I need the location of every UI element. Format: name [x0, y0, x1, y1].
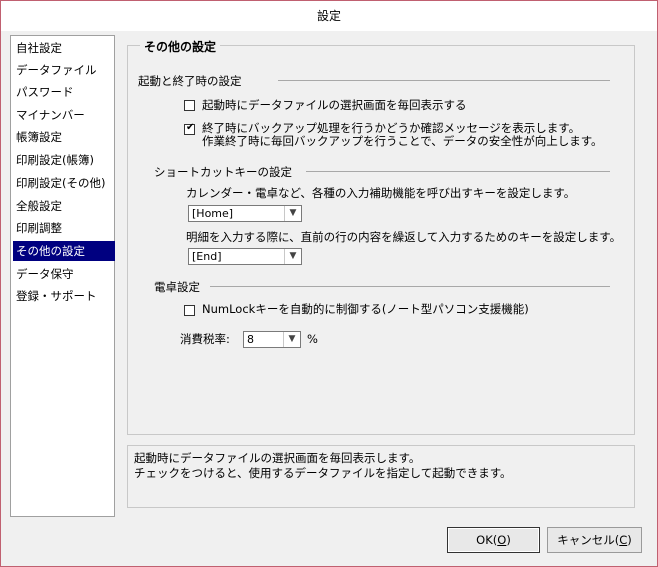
shortcut-section-heading: ショートカットキーの設定: [154, 165, 292, 179]
show-selector-checkbox[interactable]: [184, 100, 195, 111]
sidebar-item-company[interactable]: 自社設定: [13, 38, 115, 58]
show-selector-label[interactable]: 起動時にデータファイルの選択画面を毎回表示する: [202, 97, 467, 113]
sidebar-item-print-ledger[interactable]: 印刷設定(帳簿): [13, 150, 115, 170]
numlock-label[interactable]: NumLockキーを自動的に制御する(ノート型パソコン支援機能): [202, 301, 529, 317]
repeat-key-value: [End]: [192, 250, 222, 263]
calculator-section-heading: 電卓設定: [154, 280, 200, 294]
window-client: 自社設定 データファイル パスワード マイナンバー 帳簿設定 印刷設定(帳簿) …: [9, 32, 649, 517]
calculator-divider: [210, 286, 610, 287]
tax-rate-label: 消費税率:: [180, 332, 230, 346]
startup-section-heading: 起動と終了時の設定: [138, 74, 242, 88]
cancel-button-label: キャンセル(: [557, 533, 620, 547]
repeat-key-select[interactable]: [End] ▼: [188, 248, 302, 265]
sidebar-item-general[interactable]: 全般設定: [13, 196, 115, 216]
sidebar: 自社設定 データファイル パスワード マイナンバー 帳簿設定 印刷設定(帳簿) …: [10, 35, 115, 517]
shortcut-desc-repeat: 明細を入力する際に、直前の行の内容を繰返して入力するためのキーを設定します。: [186, 230, 622, 244]
backup-confirm-checkbox[interactable]: ✔: [184, 122, 195, 135]
ok-button[interactable]: OK(O): [447, 527, 540, 553]
window-title: 設定: [1, 1, 657, 31]
tax-rate-select[interactable]: 8 ▼: [243, 331, 301, 348]
sidebar-item-print-other[interactable]: 印刷設定(その他): [13, 173, 115, 193]
help-line-1: 起動時にデータファイルの選択画面を毎回表示します。: [134, 451, 421, 465]
assist-key-select[interactable]: [Home] ▼: [188, 205, 302, 222]
ok-button-label: OK(: [476, 533, 498, 547]
panel-title: その他の設定: [140, 38, 221, 55]
tax-rate-value: 8: [247, 333, 254, 346]
sidebar-item-data-maintenance[interactable]: データ保守: [13, 264, 115, 284]
sidebar-item-my-number[interactable]: マイナンバー: [13, 105, 115, 125]
shortcut-divider: [306, 171, 610, 172]
sidebar-item-print-adjust[interactable]: 印刷調整: [13, 218, 115, 238]
check-icon: ✔: [186, 122, 195, 133]
settings-window: 設定 自社設定 データファイル パスワード マイナンバー 帳簿設定 印刷設定(帳…: [0, 0, 658, 567]
ok-button-label-end: ): [506, 533, 511, 547]
startup-divider: [278, 80, 610, 81]
sidebar-item-registration[interactable]: 登録・サポート: [13, 286, 115, 306]
shortcut-desc-assist: カレンダー・電卓など、各種の入力補助機能を呼び出すキーを設定します。: [186, 186, 576, 200]
tax-rate-unit: %: [307, 332, 318, 346]
cancel-button-label-end: ): [627, 533, 632, 547]
backup-confirm-sublabel: 作業終了時に毎回バックアップを行うことで、データの安全性が向上します。: [202, 134, 603, 148]
help-line-2: チェックをつけると、使用するデータファイルを指定して起動できます。: [134, 466, 512, 480]
sidebar-item-password[interactable]: パスワード: [13, 82, 115, 102]
cancel-button[interactable]: キャンセル(C): [547, 527, 642, 553]
other-settings-panel: その他の設定 起動と終了時の設定 起動時にデータファイルの選択画面を毎回表示する…: [127, 38, 635, 435]
sidebar-item-other-settings[interactable]: その他の設定: [13, 241, 115, 261]
ok-button-accesskey: O: [497, 533, 507, 547]
chevron-down-icon[interactable]: ▼: [283, 332, 300, 347]
assist-key-value: [Home]: [192, 207, 234, 220]
sidebar-item-data-file[interactable]: データファイル: [13, 60, 115, 80]
help-box: 起動時にデータファイルの選択画面を毎回表示します。 チェックをつけると、使用する…: [127, 445, 635, 508]
sidebar-item-ledger[interactable]: 帳簿設定: [13, 127, 115, 147]
chevron-down-icon[interactable]: ▼: [284, 249, 301, 264]
chevron-down-icon[interactable]: ▼: [284, 206, 301, 221]
numlock-checkbox[interactable]: [184, 305, 195, 316]
